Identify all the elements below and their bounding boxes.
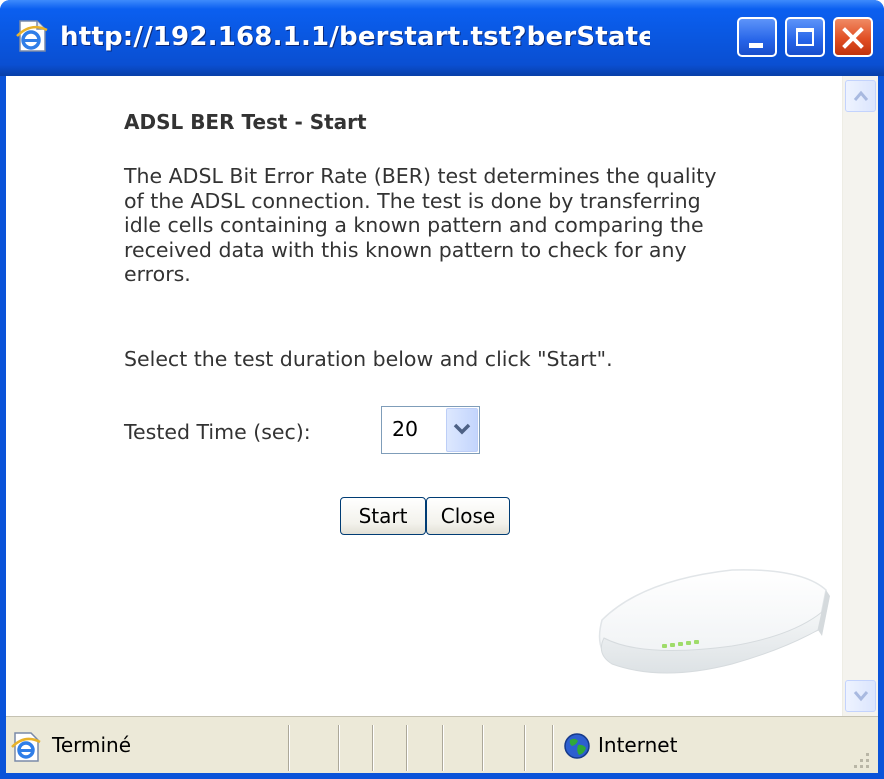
status-divider [442,725,444,771]
dropdown-button[interactable] [446,408,478,452]
instruction-text: Select the test duration below and click… [124,347,613,371]
chevron-down-icon [453,423,471,435]
scroll-down-button[interactable] [845,680,876,712]
page-heading: ADSL BER Test - Start [124,110,367,134]
minimize-icon [749,43,763,48]
minimize-button[interactable] [737,17,777,57]
tested-time-value: 20 [392,417,419,441]
maximize-icon [796,28,814,46]
title-bar[interactable]: http://192.168.1.1/berstart.tst?berState… [0,0,884,76]
status-bar: Terminé Internet [6,716,878,779]
globe-icon [562,731,592,765]
resize-grip[interactable] [848,747,872,775]
ie-page-icon [10,731,44,767]
vertical-scrollbar[interactable] [842,76,878,716]
security-zone-text: Internet [598,733,678,757]
status-divider [406,725,408,771]
close-button[interactable]: Close [426,497,510,535]
window-title: http://192.168.1.1/berstart.tst?berState… [60,22,650,52]
browser-popup-window: http://192.168.1.1/berstart.tst?berState… [0,0,884,779]
status-divider [288,725,290,771]
ie-page-icon [14,18,50,54]
status-text: Terminé [52,733,132,757]
status-divider [338,725,340,771]
status-divider [482,725,484,771]
close-window-button[interactable] [833,17,873,57]
tested-time-select[interactable]: 20 [381,406,480,454]
start-button[interactable]: Start [340,497,426,535]
page-viewport: ADSL BER Test - Start The ADSL Bit Error… [6,76,878,716]
page-content: ADSL BER Test - Start The ADSL Bit Error… [6,76,842,716]
status-divider [524,725,526,771]
chevron-down-icon [853,691,869,702]
maximize-button[interactable] [785,17,825,57]
ber-description: The ADSL Bit Error Rate (BER) test deter… [124,164,717,286]
status-divider [372,725,374,771]
scroll-up-button[interactable] [845,80,876,112]
close-icon [841,21,865,57]
router-image [582,550,836,694]
status-divider [552,725,554,771]
chevron-up-icon [853,90,869,101]
tested-time-label: Tested Time (sec): [124,420,311,444]
window-border [0,773,884,779]
